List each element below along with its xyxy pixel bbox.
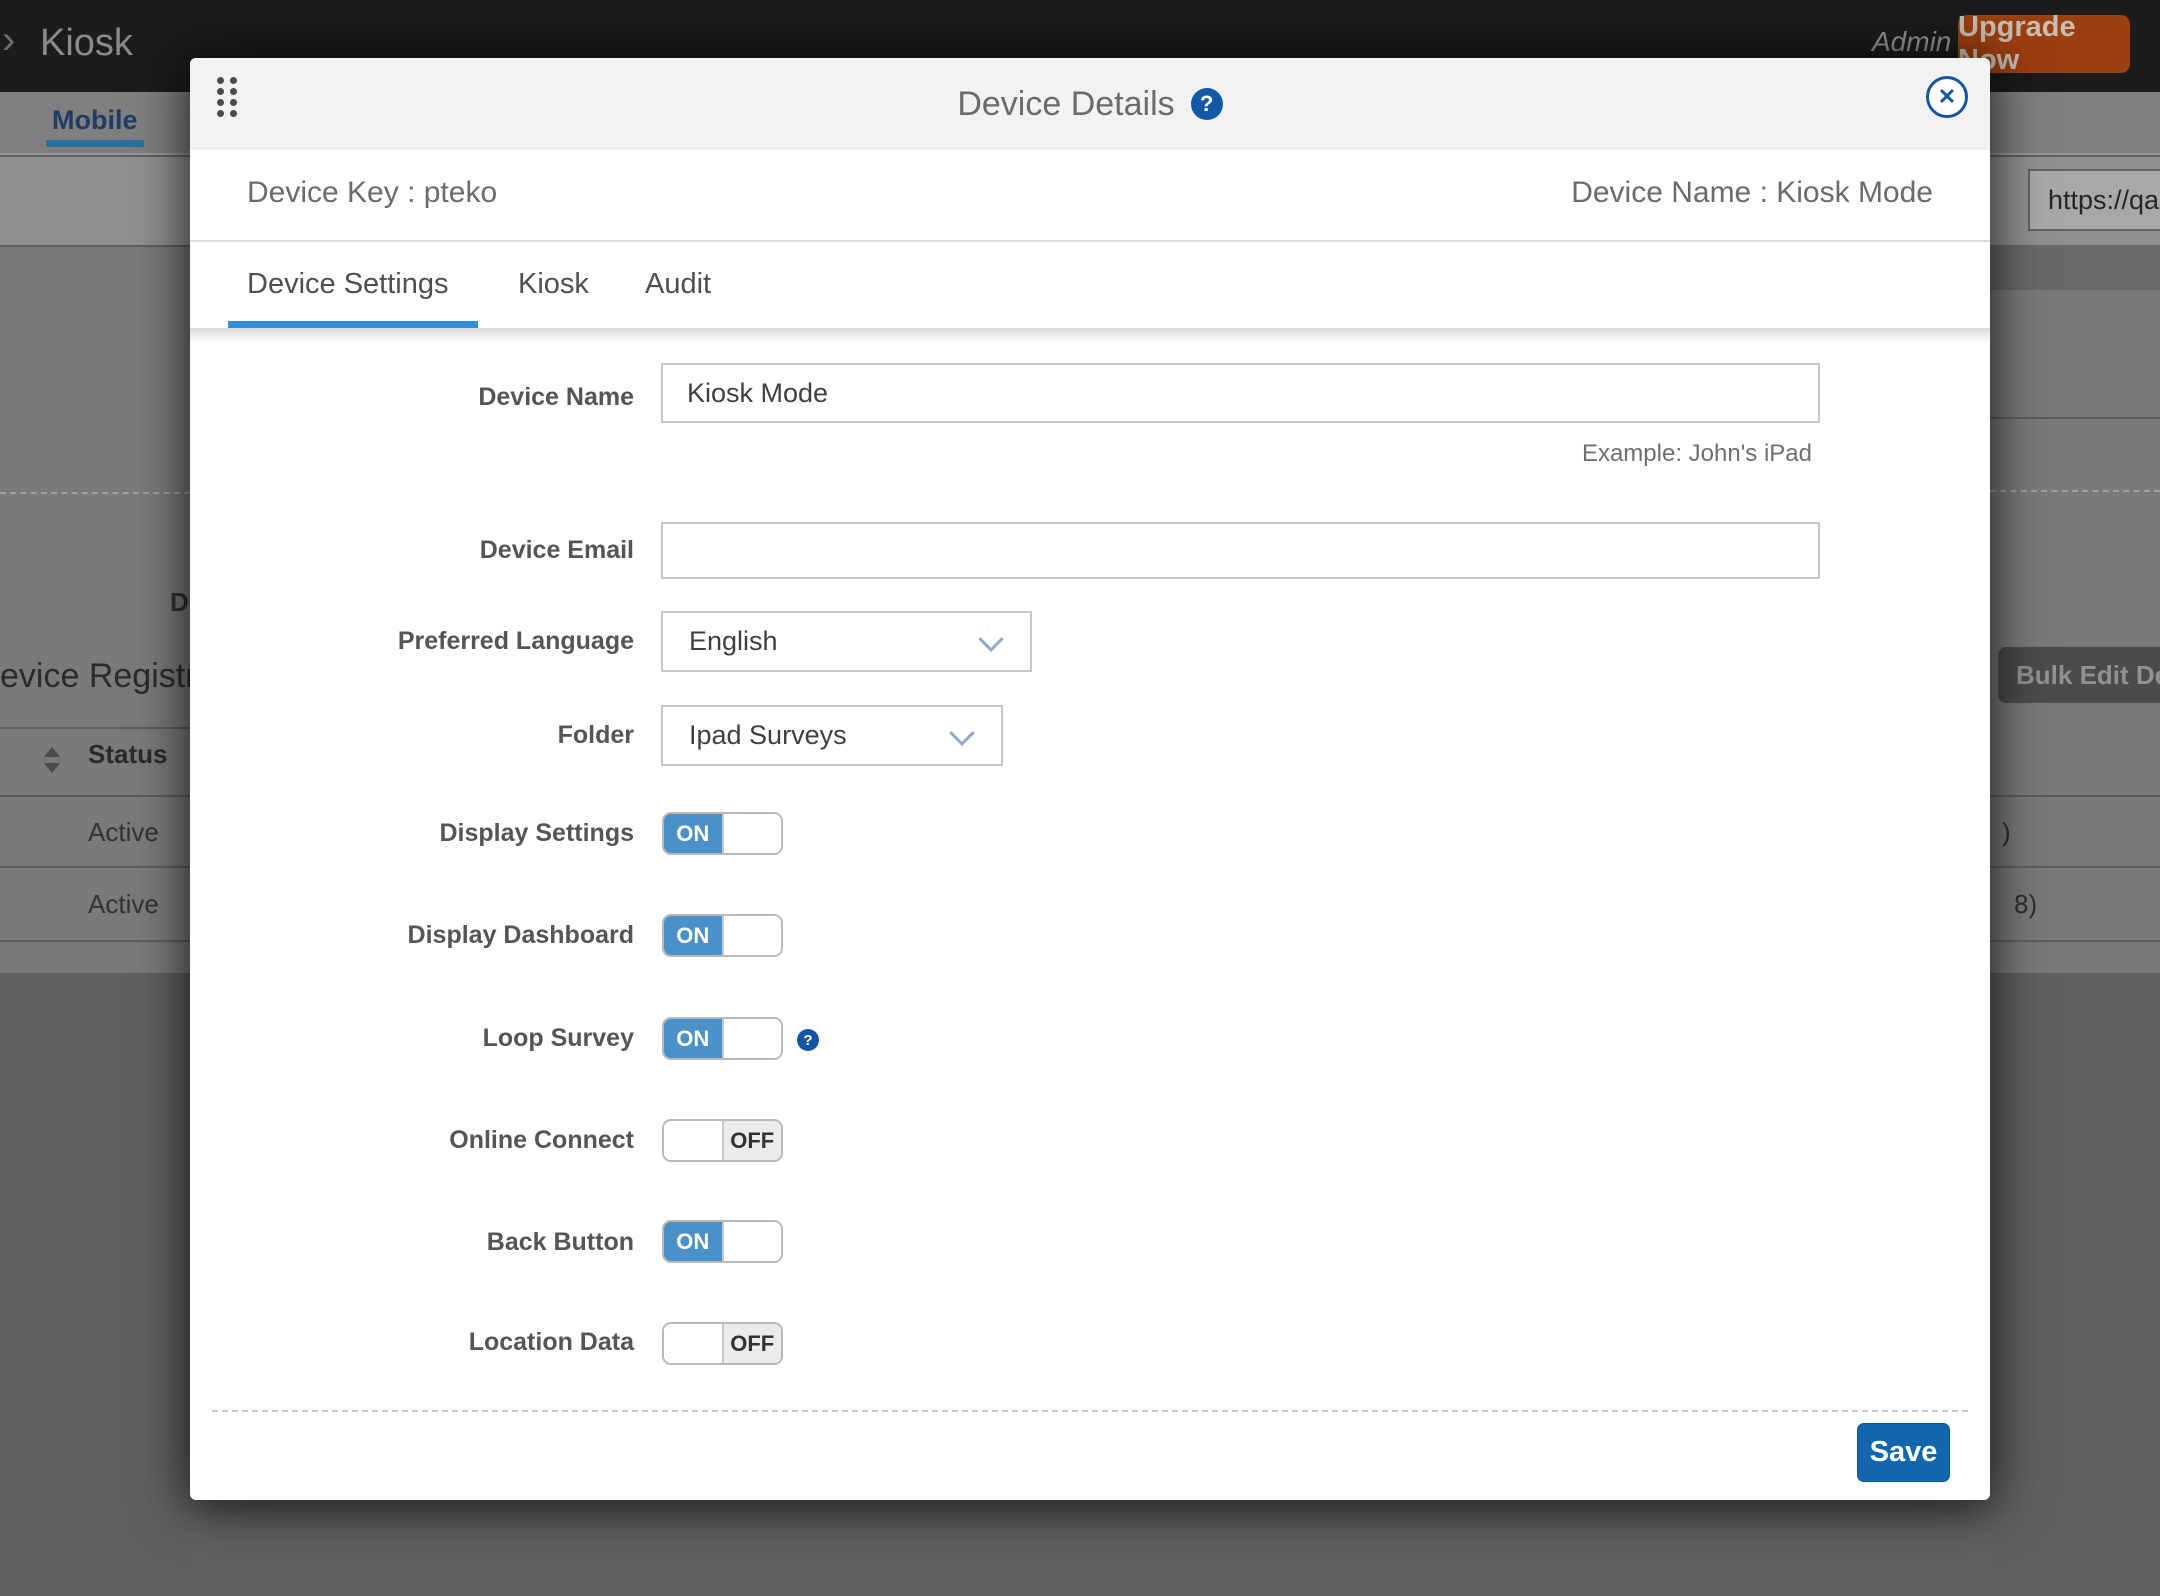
- display-dashboard-label: Display Dashboard: [290, 921, 634, 950]
- toggle-state: OFF: [724, 1121, 782, 1160]
- preferred-language-value: English: [689, 626, 778, 657]
- breadcrumb-chevron-icon: ›: [2, 18, 15, 63]
- device-name-label: Device Name: [290, 383, 634, 412]
- loop-survey-help-icon[interactable]: ?: [797, 1029, 819, 1051]
- url-field[interactable]: https://qa.c: [2028, 169, 2160, 231]
- device-name-input[interactable]: [661, 363, 1820, 423]
- display-settings-toggle[interactable]: ON: [662, 812, 783, 855]
- divider: [0, 940, 190, 942]
- tab-bar-shadow: [190, 330, 1990, 343]
- toggle-knob: [722, 916, 782, 955]
- loop-survey-toggle[interactable]: ON: [662, 1017, 783, 1060]
- screen: › Kiosk Admin Upgrade Now Mobile D evice…: [0, 0, 2160, 1596]
- loop-survey-label: Loop Survey: [290, 1024, 634, 1053]
- tab-audit[interactable]: Audit: [645, 242, 711, 326]
- help-icon[interactable]: ?: [1191, 88, 1223, 120]
- divider: [1990, 795, 2160, 797]
- modal-subheader: Device Key : pteko Device Name : Kiosk M…: [190, 150, 1990, 242]
- table-row-status: Active: [88, 817, 159, 848]
- modal-title: Device Details: [957, 85, 1174, 124]
- tab-device-settings[interactable]: Device Settings: [247, 242, 449, 326]
- online-connect-label: Online Connect: [290, 1126, 634, 1155]
- table-row-fragment: 8): [2014, 889, 2037, 920]
- dashed-divider: [1990, 490, 2160, 492]
- close-icon[interactable]: ✕: [1926, 76, 1968, 118]
- toggle-state: ON: [664, 1019, 722, 1058]
- footer-divider: [212, 1410, 1968, 1412]
- device-email-label: Device Email: [290, 536, 634, 565]
- background-footer-band: [0, 973, 190, 1596]
- page-title: Kiosk: [40, 22, 133, 65]
- back-button-label: Back Button: [290, 1228, 634, 1257]
- dashed-divider: [0, 492, 190, 494]
- toggle-state: ON: [664, 916, 722, 955]
- divider: [1990, 866, 2160, 868]
- table-row-fragment: ): [2002, 817, 2011, 848]
- device-email-input[interactable]: [661, 522, 1820, 579]
- device-details-modal: Device Details ? ✕ Device Key : pteko De…: [190, 58, 1990, 1500]
- device-registration-heading-fragment: evice Registr: [0, 657, 190, 696]
- folder-label: Folder: [290, 721, 634, 750]
- divider: [1990, 417, 2160, 419]
- background-toolbar-band: [0, 157, 190, 245]
- background-footer-band: [1990, 973, 2160, 1596]
- toggle-state: ON: [664, 814, 722, 853]
- tab-kiosk[interactable]: Kiosk: [518, 242, 589, 326]
- divider: [0, 245, 190, 247]
- toggle-knob: [664, 1324, 724, 1363]
- display-settings-label: Display Settings: [290, 819, 634, 848]
- background-left-strip: D evice Registr Status Active Active: [0, 157, 190, 1596]
- divider: [0, 727, 190, 729]
- divider: [0, 795, 190, 797]
- folder-value: Ipad Surveys: [689, 720, 847, 751]
- toggle-knob: [722, 814, 782, 853]
- location-data-toggle[interactable]: OFF: [662, 1322, 783, 1365]
- preferred-language-select[interactable]: English: [661, 611, 1032, 672]
- active-tab-underline: [228, 321, 478, 328]
- online-connect-toggle[interactable]: OFF: [662, 1119, 783, 1162]
- chevron-down-icon: [949, 720, 974, 745]
- background-band: [1990, 245, 2160, 290]
- toggle-state: OFF: [724, 1324, 782, 1363]
- admin-label: Admin: [1872, 26, 1951, 58]
- folder-select[interactable]: Ipad Surveys: [661, 705, 1003, 766]
- table-row-status: Active: [88, 889, 159, 920]
- display-dashboard-toggle[interactable]: ON: [662, 914, 783, 957]
- sort-icon[interactable]: [44, 747, 60, 773]
- background-right-strip: https://qa.c Bulk Edit Dev ) 8): [1990, 157, 2160, 1596]
- device-name-hint: Example: John's iPad: [1582, 440, 1812, 468]
- device-key-text: Device Key : pteko: [247, 176, 497, 210]
- location-data-label: Location Data: [290, 1328, 634, 1357]
- tab-mobile[interactable]: Mobile: [46, 105, 144, 147]
- background-cut-label: D: [170, 587, 189, 618]
- divider: [0, 866, 190, 868]
- modal-titlebar: Device Details ? ✕: [190, 58, 1990, 150]
- save-button[interactable]: Save: [1857, 1423, 1950, 1482]
- back-button-toggle[interactable]: ON: [662, 1220, 783, 1263]
- bulk-edit-devices-button[interactable]: Bulk Edit Dev: [1998, 647, 2160, 703]
- modal-title-wrap: Device Details ?: [190, 58, 1990, 150]
- toggle-state: ON: [664, 1222, 722, 1261]
- toggle-knob: [722, 1019, 782, 1058]
- chevron-down-icon: [978, 626, 1003, 651]
- preferred-language-label: Preferred Language: [290, 627, 634, 656]
- status-column-header[interactable]: Status: [88, 739, 167, 770]
- modal-tab-bar: Device Settings Kiosk Audit: [190, 242, 1990, 330]
- toggle-knob: [722, 1222, 782, 1261]
- divider: [1990, 940, 2160, 942]
- device-name-text: Device Name : Kiosk Mode: [1571, 176, 1933, 210]
- toggle-knob: [664, 1121, 724, 1160]
